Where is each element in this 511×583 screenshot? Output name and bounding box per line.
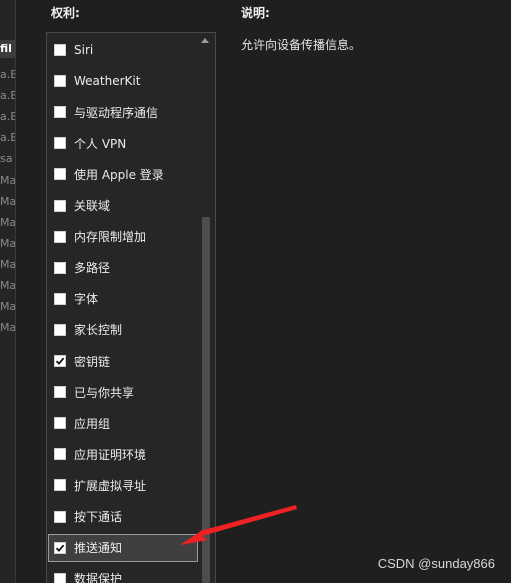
checkbox-icon[interactable] [54, 199, 66, 212]
entitlement-item[interactable]: 关联域 [49, 192, 199, 220]
entitlement-item[interactable]: 家长控制 [49, 316, 199, 344]
left-panel-item[interactable]: fil [0, 40, 15, 58]
left-panel-item[interactable]: Ma [0, 319, 15, 337]
entitlement-item[interactable]: 扩展虚拟寻址 [49, 471, 199, 499]
entitlement-item[interactable]: 字体 [49, 285, 199, 313]
checkbox-checked-icon[interactable] [54, 541, 66, 554]
checkbox-icon[interactable] [54, 572, 66, 583]
entitlements-list[interactable]: Siri WeatherKit 与驱动程序通信 个人 VPN 使用 Apple 登录 关联… [46, 32, 216, 583]
entitlement-label: 按下通话 [74, 510, 123, 524]
checkbox-icon[interactable] [54, 479, 66, 492]
entitlement-item[interactable]: 内存限制增加 [49, 223, 199, 251]
checkbox-icon[interactable] [54, 106, 66, 119]
scroll-up-arrow-icon[interactable] [201, 38, 209, 43]
entitlement-item[interactable]: 与驱动程序通信 [49, 98, 199, 126]
entitlement-item[interactable]: 推送通知 [48, 533, 198, 562]
entitlements-header: 权利: [51, 6, 80, 20]
left-panel-item[interactable]: Ma [0, 277, 15, 295]
checkbox-icon[interactable] [54, 386, 66, 399]
left-panel: fil a.B a.B a.B a.B sa Ma Ma Ma Ma Ma Ma Ma Ma [0, 0, 16, 583]
checkbox-icon[interactable] [54, 75, 66, 88]
checkbox-icon[interactable] [54, 323, 66, 336]
entitlement-item[interactable]: WeatherKit [49, 67, 199, 95]
entitlement-label: 应用组 [74, 416, 111, 431]
entitlement-item[interactable]: 数据保护 [49, 565, 199, 583]
entitlement-label: 扩展虚拟寻址 [74, 478, 147, 493]
list-scrollbar[interactable] [199, 34, 213, 583]
watermark: CSDN @sunday866 [377, 556, 495, 571]
left-panel-item[interactable]: Ma [0, 214, 15, 232]
checkbox-icon[interactable] [54, 448, 66, 461]
entitlement-label: 字体 [74, 292, 99, 307]
left-panel-item[interactable]: Ma [0, 193, 15, 211]
entitlements-dialog: fil a.B a.B a.B a.B sa Ma Ma Ma Ma Ma Ma Ma Ma 权利: 说明… [0, 0, 511, 583]
entitlement-label: 使用 Apple 登录 [74, 167, 164, 182]
checkbox-icon[interactable] [54, 137, 66, 150]
left-panel-item[interactable]: sa [0, 150, 15, 168]
entitlement-label: 应用证明环境 [74, 447, 147, 462]
entitlement-item[interactable]: 密钥链 [49, 347, 199, 375]
entitlement-label: 个人 VPN [74, 136, 127, 151]
entitlement-item[interactable]: 应用证明环境 [49, 440, 199, 468]
entitlement-label: WeatherKit [74, 74, 141, 89]
checkbox-icon[interactable] [54, 261, 66, 274]
entitlement-label: 已与你共享 [74, 385, 135, 400]
entitlement-label: 推送通知 [74, 541, 123, 556]
entitlement-item[interactable]: 应用组 [49, 409, 199, 437]
checkbox-icon[interactable] [54, 417, 66, 430]
entitlement-item[interactable]: 个人 VPN [49, 129, 199, 157]
entitlement-label: 与驱动程序通信 [74, 105, 159, 120]
entitlement-item[interactable]: 使用 Apple 登录 [49, 160, 199, 188]
checkbox-icon[interactable] [54, 44, 66, 56]
left-panel-item[interactable]: a.B [0, 87, 15, 105]
checkbox-icon[interactable] [54, 292, 66, 305]
entitlement-label: 关联域 [74, 199, 111, 213]
entitlement-label: 内存限制增加 [74, 230, 147, 245]
scroll-thumb[interactable] [202, 217, 210, 583]
left-panel-item[interactable]: Ma [0, 256, 15, 274]
entitlement-item[interactable]: 多路径 [49, 254, 199, 282]
left-panel-item[interactable]: Ma [0, 235, 15, 253]
checkbox-icon[interactable] [54, 168, 66, 181]
checkbox-icon[interactable] [54, 230, 66, 243]
entitlement-label: 家长控制 [74, 323, 123, 338]
left-panel-item[interactable]: a.B [0, 129, 15, 147]
left-panel-item[interactable]: a.B [0, 108, 15, 126]
description-header: 说明: [241, 6, 270, 20]
entitlement-item[interactable]: 已与你共享 [49, 378, 199, 406]
checkbox-icon[interactable] [54, 510, 66, 523]
entitlement-label: 密钥链 [74, 354, 111, 369]
entitlement-item[interactable]: Siri [49, 36, 199, 64]
left-panel-item[interactable]: Ma [0, 298, 15, 316]
left-panel-item[interactable]: Ma [0, 172, 15, 190]
entitlement-label: 数据保护 [74, 572, 123, 583]
checkbox-checked-icon[interactable] [54, 355, 66, 367]
entitlement-label: Siri [74, 43, 94, 57]
entitlement-label: 多路径 [74, 261, 111, 276]
description-text: 允许向设备传播信息。 [241, 38, 362, 52]
left-panel-item[interactable]: a.B [0, 66, 15, 84]
entitlement-item[interactable]: 按下通话 [49, 503, 199, 531]
